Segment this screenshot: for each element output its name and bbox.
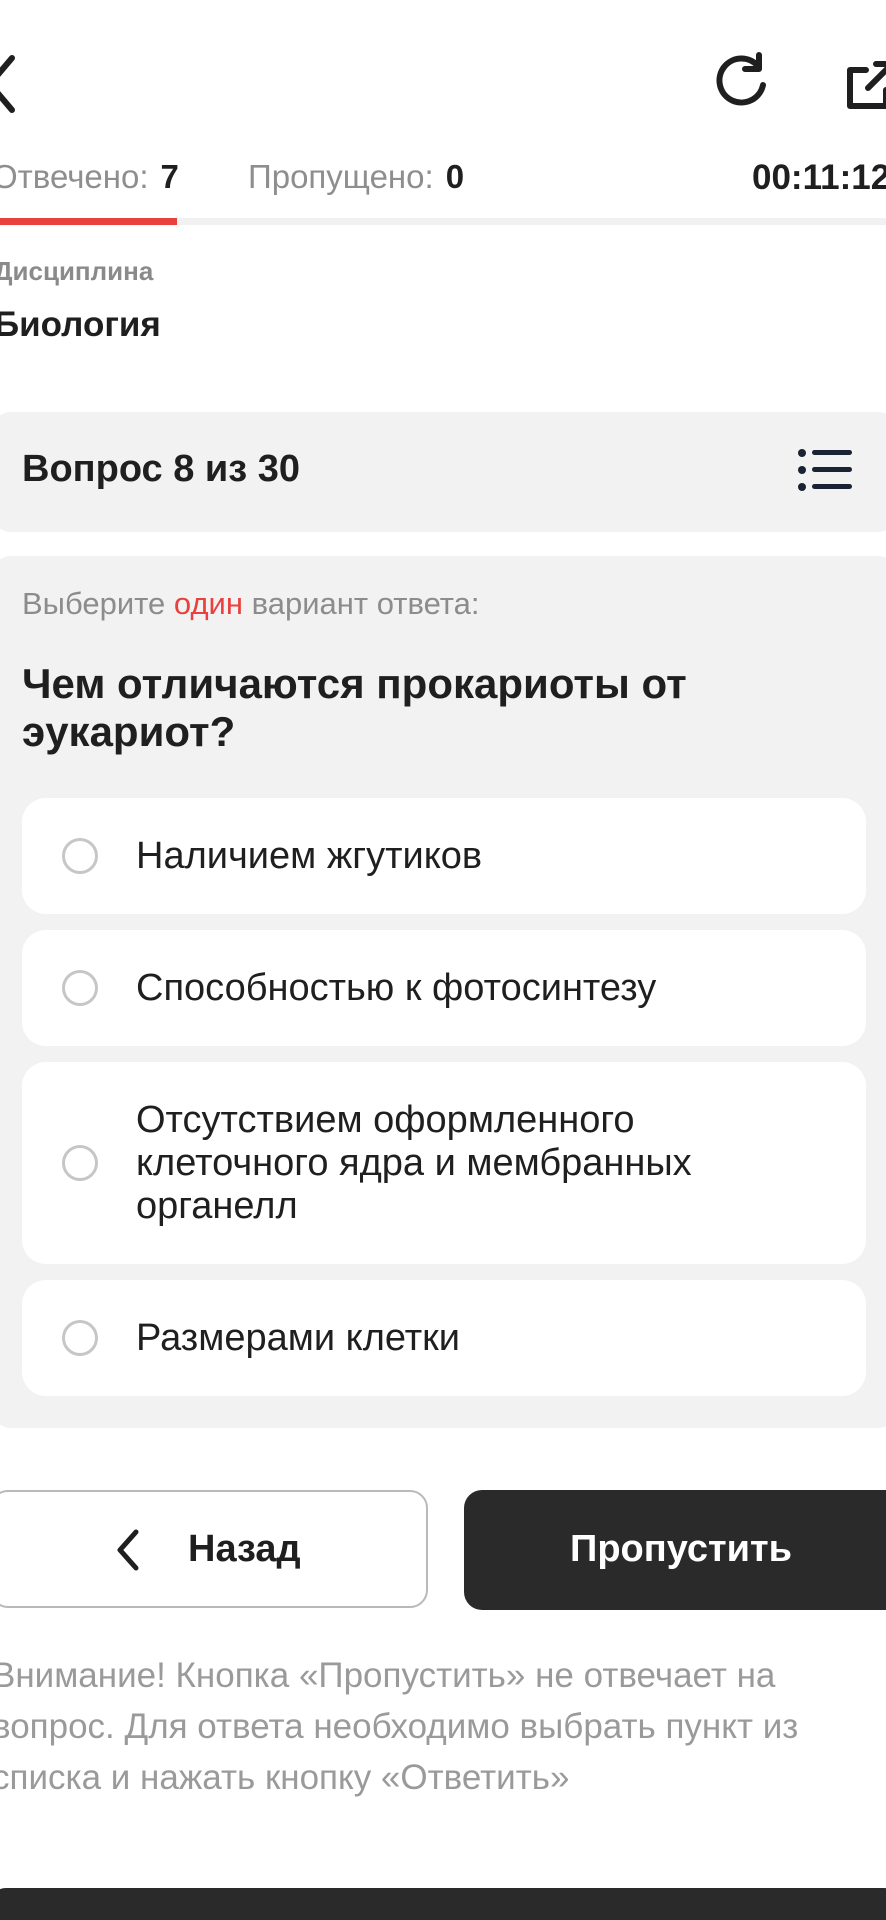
question-card: Выберите один вариант ответа: Чем отлича…	[0, 556, 886, 1428]
answer-option[interactable]: Отсутствием оформленного клеточного ядра…	[22, 1062, 866, 1264]
question-header: Вопрос 8 из 30	[0, 412, 886, 532]
instruction-before: Выберите	[22, 586, 166, 621]
external-link-button[interactable]	[844, 60, 886, 112]
radio-button[interactable]	[62, 838, 98, 874]
answer-option[interactable]: Наличием жгутиков	[22, 798, 866, 914]
skipped-stat: Пропущено: 0	[248, 158, 464, 196]
answer-button[interactable]	[0, 1888, 886, 1920]
answer-option[interactable]: Способностью к фотосинтезу	[22, 930, 866, 1046]
discipline-label: Дисциплина	[0, 256, 154, 286]
top-bar	[0, 0, 886, 150]
warning-text: Внимание! Кнопка «Пропустить» не отвечае…	[0, 1656, 799, 1797]
radio-button[interactable]	[62, 1145, 98, 1181]
answer-option-label: Наличием жгутиков	[136, 834, 483, 877]
radio-button[interactable]	[62, 970, 98, 1006]
back-nav-button[interactable]	[0, 52, 22, 116]
back-button-label: Назад	[188, 1528, 301, 1570]
instruction-after: вариант ответа:	[251, 586, 480, 621]
refresh-icon	[716, 52, 766, 106]
refresh-button[interactable]	[712, 52, 770, 110]
skipped-label: Пропущено:	[248, 158, 434, 195]
progress-bar	[0, 218, 886, 225]
answered-label: Отвечено:	[0, 158, 149, 195]
answer-option-label: Способностью к фотосинтезу	[136, 966, 657, 1009]
radio-button[interactable]	[62, 1320, 98, 1356]
skip-button[interactable]: Пропустить	[464, 1490, 886, 1610]
discipline-value: Биология	[0, 305, 161, 344]
skipped-count: 0	[445, 158, 465, 195]
instruction-text: Выберите один вариант ответа:	[22, 586, 480, 622]
answered-count: 7	[160, 158, 179, 195]
test-screen: Отвечено: 7 Пропущено: 0 00:11:12 Дисципли…	[0, 0, 886, 1920]
stats-row: Отвечено: 7 Пропущено: 0 00:11:12	[0, 152, 886, 208]
instruction-accent: один	[173, 586, 243, 621]
external-link-icon	[847, 61, 886, 109]
answer-option-label: Размерами клетки	[136, 1316, 461, 1359]
timer: 00:11:12	[752, 158, 886, 197]
question-list-button[interactable]	[798, 448, 852, 492]
question-text: Чем отличаются прокариоты от эукариот?	[22, 660, 687, 755]
skip-button-label: Пропустить	[570, 1528, 792, 1570]
question-counter: Вопрос 8 из 30	[22, 448, 300, 490]
answered-stat: Отвечено: 7	[0, 158, 179, 196]
answer-option-label: Отсутствием оформленного клеточного ядра…	[136, 1098, 692, 1227]
chevron-left-icon	[0, 55, 15, 113]
back-button[interactable]: Назад	[0, 1490, 428, 1608]
list-icon	[798, 449, 852, 491]
chevron-left-icon	[117, 1529, 139, 1571]
progress-fill	[0, 218, 178, 225]
answer-option[interactable]: Размерами клетки	[22, 1280, 866, 1396]
